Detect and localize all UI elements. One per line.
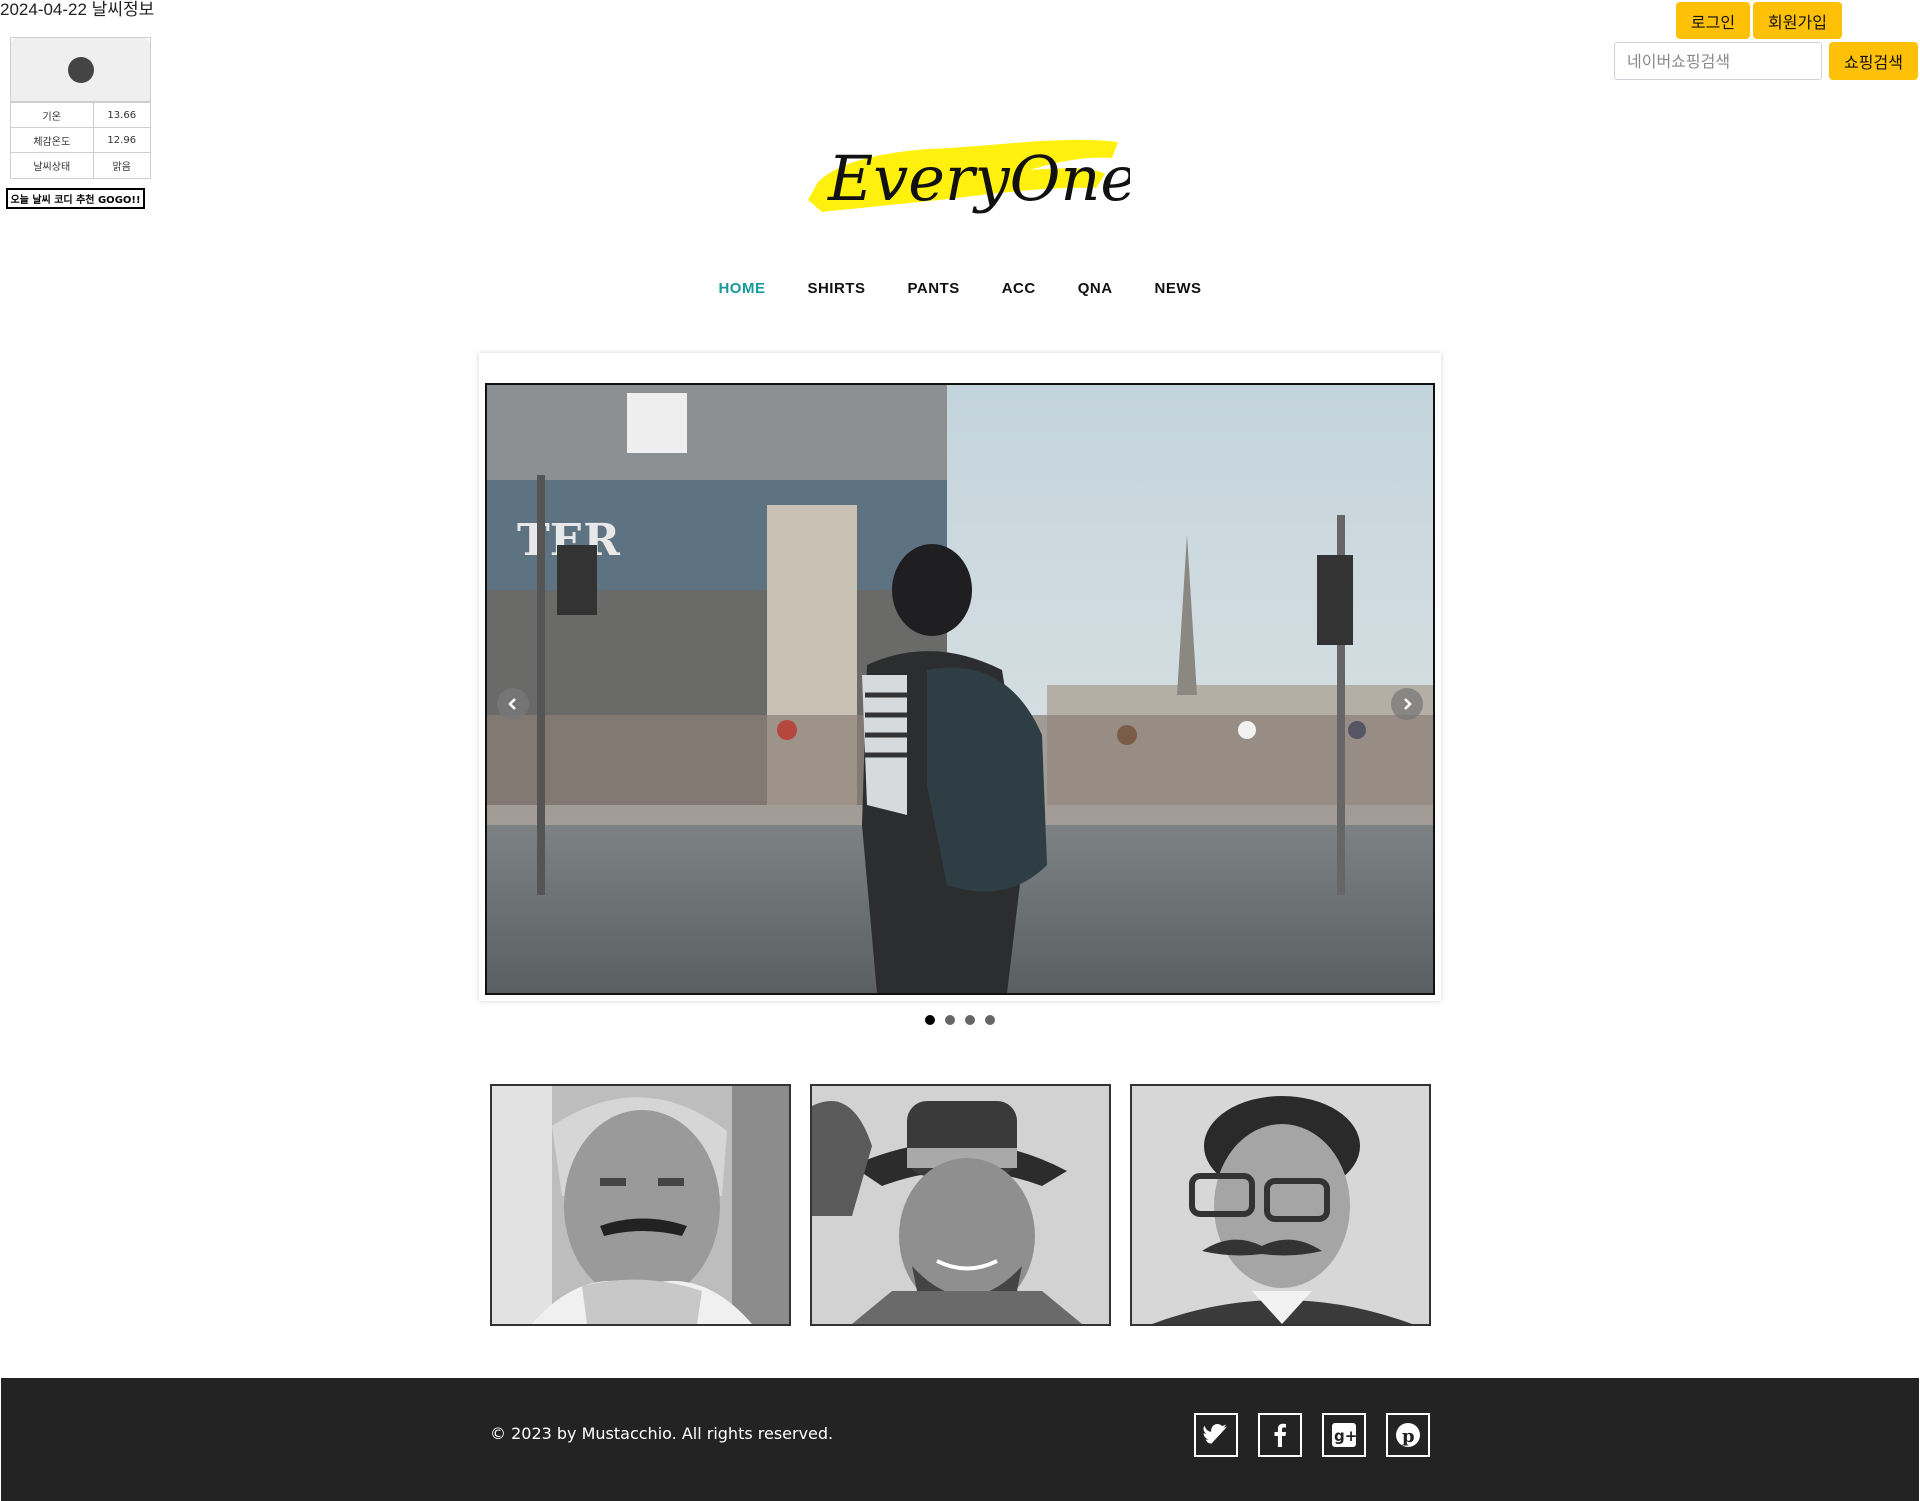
chevron-left-icon	[508, 698, 516, 710]
nav-item-shirts[interactable]: SHIRTS	[807, 280, 865, 297]
weather-value: 13.66	[93, 102, 150, 128]
pinterest-icon: p	[1396, 1423, 1420, 1447]
weather-row-condition: 날씨상태 맑음	[11, 152, 150, 178]
weather-value: 12.96	[93, 127, 150, 153]
weather-title: 2024-04-22 날씨정보	[0, 0, 155, 19]
twitter-link[interactable]	[1194, 1413, 1238, 1457]
login-button[interactable]: 로그인	[1676, 2, 1750, 39]
weather-row-feels-like: 체감온도 12.96	[11, 127, 150, 153]
slider-dot-2[interactable]	[945, 1015, 955, 1025]
facebook-icon	[1274, 1423, 1286, 1447]
weather-box: 기온 13.66 체감온도 12.96 날씨상태 맑음	[10, 37, 151, 179]
facebook-link[interactable]	[1258, 1413, 1302, 1457]
weather-icon-box	[11, 38, 150, 102]
slider-dot-3[interactable]	[965, 1015, 975, 1025]
image-slider: TER	[479, 353, 1441, 1001]
nav-item-acc[interactable]: ACC	[1002, 280, 1036, 297]
nav-item-pants[interactable]: PANTS	[907, 280, 959, 297]
site-logo[interactable]: EveryOne	[800, 130, 1137, 220]
weather-label: 체감온도	[11, 127, 94, 153]
google-plus-link[interactable]: g+	[1322, 1413, 1366, 1457]
slide-image-street: TER	[485, 383, 1435, 995]
weather-icon	[67, 56, 94, 83]
weather-row-temp: 기온 13.66	[11, 102, 150, 128]
portrait-image-1[interactable]	[490, 1084, 791, 1326]
logo-text: EveryOne	[827, 142, 1130, 215]
signup-button[interactable]: 회원가입	[1753, 2, 1842, 39]
slider-dots	[0, 1015, 1920, 1025]
weather-value: 맑음	[93, 152, 150, 178]
pinterest-link[interactable]: p	[1386, 1413, 1430, 1457]
chevron-right-icon	[1404, 698, 1412, 710]
shopping-search-button[interactable]: 쇼핑검색	[1829, 42, 1918, 80]
shopping-search-input[interactable]	[1614, 42, 1822, 80]
portrait-image-2[interactable]	[810, 1084, 1111, 1326]
portrait-image-3[interactable]	[1130, 1084, 1431, 1326]
twitter-icon	[1203, 1424, 1228, 1444]
slider-dot-4[interactable]	[985, 1015, 995, 1025]
google-plus-icon: g+	[1332, 1423, 1357, 1447]
slider-next-button[interactable]	[1391, 688, 1423, 720]
weather-label: 날씨상태	[11, 152, 94, 178]
nav-item-qna[interactable]: QNA	[1078, 280, 1113, 297]
nav-item-home[interactable]: HOME	[718, 280, 765, 297]
nav-item-news[interactable]: NEWS	[1155, 280, 1202, 297]
slider-dot-1[interactable]	[925, 1015, 935, 1025]
main-nav: HOME SHIRTS PANTS ACC QNA NEWS	[0, 280, 1920, 297]
weather-label: 기온	[11, 102, 94, 128]
weather-table: 기온 13.66 체감온도 12.96 날씨상태 맑음	[11, 102, 150, 178]
slider-prev-button[interactable]	[497, 688, 529, 720]
coordi-recommend-button[interactable]: 오늘 날씨 코디 추천 GOGO!!	[6, 188, 145, 209]
copyright-text: © 2023 by Mustacchio. All rights reserve…	[490, 1424, 834, 1443]
svg-text:g+: g+	[1334, 1427, 1357, 1445]
svg-text:p: p	[1402, 1426, 1415, 1447]
site-footer: © 2023 by Mustacchio. All rights reserve…	[1, 1378, 1919, 1501]
